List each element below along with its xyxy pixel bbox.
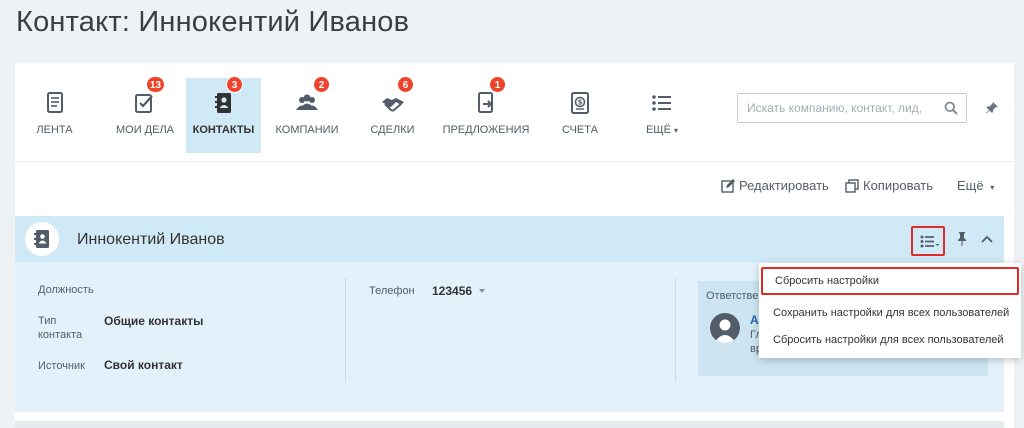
nav-item-deals[interactable]: 6 СДЕЛКИ <box>355 76 430 153</box>
search-icon[interactable] <box>944 101 958 115</box>
column-divider <box>675 278 676 382</box>
nav-item-contacts[interactable]: 3 КОНТАКТЫ <box>186 76 261 153</box>
nav-label: ПРЕДЛОЖЕНИЯ <box>442 124 530 136</box>
menu-item-save-for-all[interactable]: Сохранить настройки для всех пользовател… <box>759 299 1021 327</box>
nav-item-feed[interactable]: ЛЕНТА <box>15 78 94 153</box>
nav-item-companies[interactable]: 2 КОМПАНИИ <box>267 76 347 153</box>
nav-label: ЕЩЁ ▾ <box>645 124 679 136</box>
companies-icon <box>294 90 320 116</box>
nav-label: КОНТАКТЫ <box>192 124 255 136</box>
divider <box>15 161 1014 162</box>
list-settings-icon <box>920 235 940 248</box>
edit-button[interactable]: Редактировать <box>721 178 829 193</box>
type-value: Общие контакты <box>104 314 204 328</box>
phone-value[interactable]: 123456 <box>432 284 472 298</box>
nav-label: МОИ ДЕЛА <box>115 124 175 136</box>
edit-label: Редактировать <box>739 178 829 193</box>
responsible-label: Ответстве <box>706 290 759 302</box>
nav-label: ЛЕНТА <box>36 124 73 136</box>
nav-label: СЧЕТА <box>562 124 598 136</box>
list-settings-button[interactable] <box>911 226 945 256</box>
nav-label: СДЕЛКИ <box>370 124 415 136</box>
copy-button[interactable]: Копировать <box>845 178 933 193</box>
chevron-down-icon[interactable] <box>479 289 485 293</box>
nav-badge: 6 <box>397 76 414 93</box>
responsible-name[interactable]: А <box>750 313 759 327</box>
nav-badge: 2 <box>313 76 330 93</box>
type-label: Тип контакта <box>38 315 83 341</box>
more-list-icon <box>649 90 675 116</box>
position-label: Должность <box>38 284 94 296</box>
edit-icon <box>721 179 735 193</box>
source-label: Источник <box>38 360 85 372</box>
nav-item-invoices[interactable]: $ СЧЕТА <box>545 78 615 153</box>
nav-item-tasks[interactable]: 13 МОИ ДЕЛА <box>100 76 190 153</box>
more-label: Ещё <box>957 178 984 193</box>
crm-nav: ЛЕНТА 13 МОИ ДЕЛА 3 КОНТАКТЫ 2 КОМПАНИИ <box>15 76 715 153</box>
entity-name: Иннокентий Иванов <box>77 231 225 248</box>
invoices-icon: $ <box>567 90 593 116</box>
content-card: ЛЕНТА 13 МОИ ДЕЛА 3 КОНТАКТЫ 2 КОМПАНИИ <box>15 63 1014 428</box>
offers-icon <box>473 90 499 116</box>
next-section <box>15 421 1004 428</box>
more-button[interactable]: Ещё ▾ <box>957 178 994 193</box>
pin-icon[interactable] <box>956 232 968 246</box>
nav-badge: 3 <box>226 76 243 93</box>
menu-item-reset-for-all[interactable]: Сбросить настройки для всех пользователе… <box>759 326 1021 354</box>
nav-badge: 13 <box>146 76 166 93</box>
chevron-up-icon[interactable] <box>981 234 993 244</box>
search-input[interactable] <box>738 94 933 122</box>
list-settings-menu: Сбросить настройки Сохранить настройки д… <box>759 263 1021 358</box>
phone-label: Телефон <box>369 285 415 297</box>
menu-item-reset-settings[interactable]: Сбросить настройки <box>761 267 1019 295</box>
source-value: Свой контакт <box>104 358 183 372</box>
nav-badge: 1 <box>489 76 506 93</box>
nav-item-offers[interactable]: 1 ПРЕДЛОЖЕНИЯ <box>436 76 536 153</box>
entity-header: Иннокентий Иванов <box>15 216 1004 262</box>
nav-item-more[interactable]: ЕЩЁ ▾ <box>627 78 697 153</box>
deals-icon <box>380 90 406 116</box>
pin-icon[interactable] <box>985 101 999 115</box>
svg-text:$: $ <box>578 99 583 107</box>
search-box <box>737 93 967 123</box>
tasks-icon <box>132 90 158 116</box>
avatar <box>710 313 740 343</box>
column-divider <box>345 278 346 382</box>
copy-icon <box>845 179 859 193</box>
nav-label: КОМПАНИИ <box>275 124 339 136</box>
contacts-icon <box>211 90 237 116</box>
chevron-down-icon: ▾ <box>990 183 995 192</box>
page-title: Контакт: Иннокентий Иванов <box>16 6 410 38</box>
feed-icon <box>42 90 68 116</box>
contact-card-icon <box>25 222 59 256</box>
